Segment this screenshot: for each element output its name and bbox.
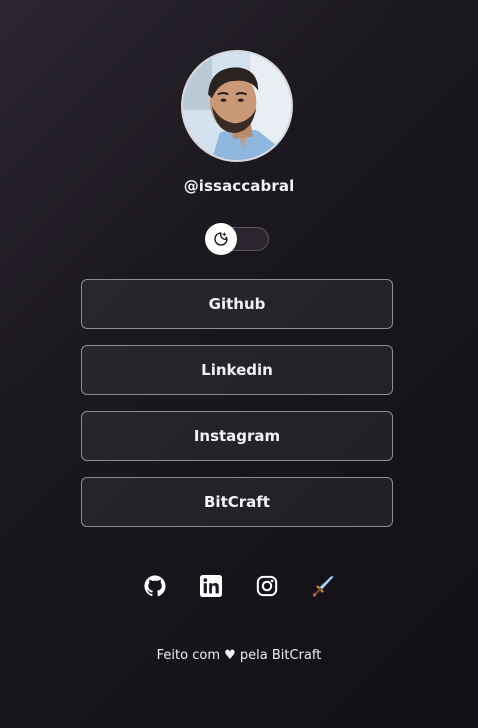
avatar [181,50,293,162]
theme-toggle[interactable] [205,223,269,255]
footer-credit: Feito com ♥ pela BitCraft [0,648,478,663]
linkedin-icon[interactable] [199,574,223,598]
link-list: Github Linkedin Instagram BitCraft [81,279,393,543]
footer-prefix: Feito com [156,648,220,663]
heart-icon: ♥ [224,648,236,663]
username: @issaccabral [183,177,295,195]
bitcraft-link-button[interactable]: BitCraft [81,477,393,527]
toggle-knob[interactable] [205,223,237,255]
footer-suffix: pela BitCraft [239,648,322,663]
social-icons [0,574,478,598]
linkedin-link-button[interactable]: Linkedin [81,345,393,395]
instagram-link-button[interactable]: Instagram [81,411,393,461]
profile-photo [183,52,291,160]
sword-icon[interactable] [311,574,335,598]
github-icon[interactable] [143,574,167,598]
moon-stars-icon [214,232,228,246]
instagram-icon[interactable] [255,574,279,598]
github-link-button[interactable]: Github [81,279,393,329]
